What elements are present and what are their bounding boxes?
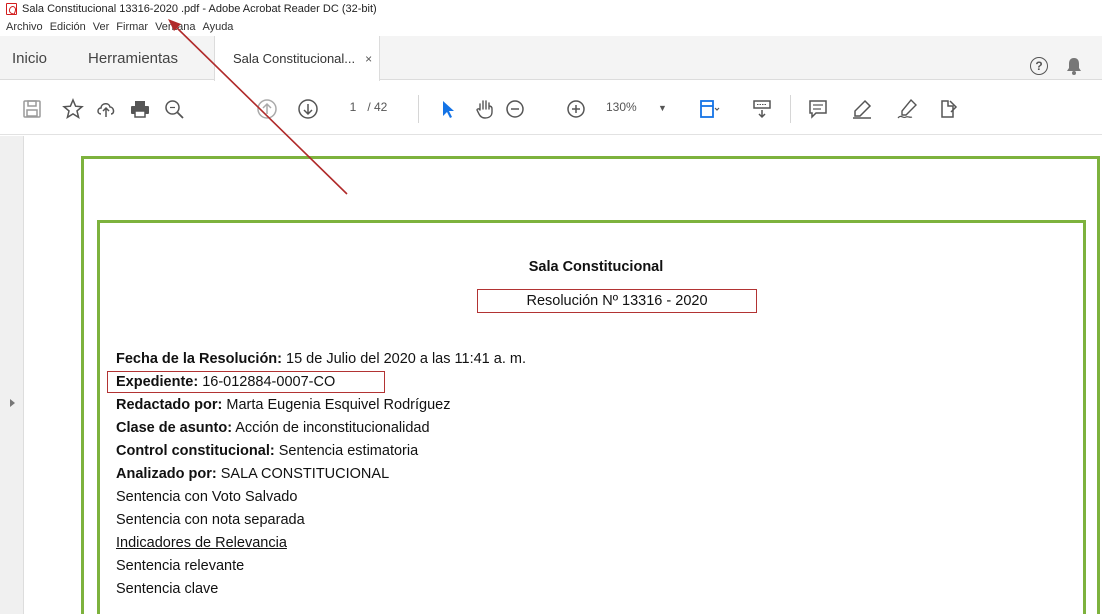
zoom-in-icon[interactable] bbox=[564, 97, 588, 121]
page-total: / 42 bbox=[367, 100, 388, 114]
field-value: Marta Eugenia Esquivel Rodríguez bbox=[222, 397, 451, 413]
field-clase: Clase de asunto: Acción de inconstitucio… bbox=[116, 420, 430, 436]
resolution-number: Resolución Nº 13316 - 2020 bbox=[477, 289, 757, 313]
field-label: Expediente: bbox=[116, 374, 199, 390]
field-label: Fecha de la Resolución: bbox=[116, 351, 282, 367]
field-value: SALA CONSTITUCIONAL bbox=[216, 466, 390, 482]
save-icon[interactable] bbox=[20, 97, 44, 121]
expand-panel-icon[interactable] bbox=[10, 399, 15, 407]
page-border-inner bbox=[97, 220, 1086, 614]
relevance-indicators-link[interactable]: Indicadores de Relevancia bbox=[116, 535, 287, 551]
bookmark-star-icon[interactable] bbox=[61, 97, 85, 121]
field-value: 15 de Julio del 2020 a las 11:41 a. m. bbox=[282, 351, 526, 367]
page-down-icon[interactable] bbox=[296, 97, 320, 121]
toolbar: 1 / 42 130% ▼ bbox=[0, 81, 1102, 135]
list-item: Sentencia relevante bbox=[116, 558, 245, 574]
toolbar-divider bbox=[790, 95, 791, 123]
field-label: Clase de asunto: bbox=[116, 420, 233, 436]
menu-bar: Archivo Edición Ver Firmar Ventana Ayuda bbox=[0, 18, 1102, 35]
field-value: 16-012884-0007-CO bbox=[198, 374, 336, 390]
left-panel-strip bbox=[0, 136, 24, 614]
window-title: Sala Constitucional 13316-2020 .pdf - Ad… bbox=[22, 3, 377, 15]
tab-close-icon[interactable]: × bbox=[365, 52, 372, 66]
field-redactado: Redactado por: Marta Eugenia Esquivel Ro… bbox=[116, 397, 450, 413]
document-heading: Sala Constitucional bbox=[528, 259, 664, 275]
page-navigator: 1 / 42 bbox=[342, 100, 388, 114]
field-expediente: Expediente: 16-012884-0007-CO bbox=[116, 374, 335, 390]
list-item: Sentencia clave bbox=[116, 581, 219, 597]
comment-icon[interactable] bbox=[806, 97, 830, 121]
list-item: Sentencia con Voto Salvado bbox=[116, 489, 298, 505]
menu-ventana[interactable]: Ventana bbox=[155, 21, 195, 33]
menu-ver[interactable]: Ver bbox=[93, 21, 110, 33]
hand-tool-icon[interactable] bbox=[473, 97, 497, 121]
tab-inicio[interactable]: Inicio bbox=[12, 36, 64, 80]
field-analizado: Analizado por: SALA CONSTITUCIONAL bbox=[116, 466, 389, 482]
more-tools-icon[interactable] bbox=[936, 97, 960, 121]
zoom-select[interactable]: 130% ▼ bbox=[606, 100, 667, 114]
fit-page-icon[interactable] bbox=[697, 97, 721, 121]
menu-firmar[interactable]: Firmar bbox=[116, 21, 148, 33]
tab-document-label: Sala Constitucional... bbox=[233, 51, 356, 66]
notifications-bell-icon[interactable] bbox=[1066, 57, 1082, 75]
window-title-bar: Sala Constitucional 13316-2020 .pdf - Ad… bbox=[0, 0, 1102, 18]
tab-herramientas[interactable]: Herramientas bbox=[88, 36, 198, 80]
list-item: Sentencia con nota separada bbox=[116, 512, 305, 528]
zoom-value: 130% bbox=[606, 100, 637, 114]
select-cursor-icon[interactable] bbox=[436, 97, 460, 121]
scroll-mode-icon[interactable] bbox=[750, 97, 774, 121]
zoom-out-icon[interactable] bbox=[503, 97, 527, 121]
field-control: Control constitucional: Sentencia estima… bbox=[116, 443, 418, 459]
field-label: Analizado por: bbox=[116, 466, 217, 482]
menu-ayuda[interactable]: Ayuda bbox=[202, 21, 233, 33]
menu-archivo[interactable]: Archivo bbox=[6, 21, 43, 33]
help-icon[interactable]: ? bbox=[1030, 57, 1048, 75]
page-number-input[interactable]: 1 bbox=[342, 100, 364, 114]
menu-edicion[interactable]: Edición bbox=[50, 21, 86, 33]
page-up-icon[interactable] bbox=[255, 97, 279, 121]
field-fecha: Fecha de la Resolución: 15 de Julio del … bbox=[116, 351, 526, 367]
toolbar-divider bbox=[418, 95, 419, 123]
tab-document[interactable]: Sala Constitucional... × bbox=[214, 36, 380, 81]
highlight-icon[interactable] bbox=[850, 97, 874, 121]
field-label: Redactado por: bbox=[116, 397, 223, 413]
cloud-upload-icon[interactable] bbox=[94, 97, 118, 121]
field-label: Control constitucional: bbox=[116, 443, 275, 459]
print-icon[interactable] bbox=[128, 97, 152, 121]
field-value: Acción de inconstitucionalidad bbox=[232, 420, 430, 436]
acrobat-pdf-icon bbox=[6, 3, 17, 15]
tab-bar: Inicio Herramientas Sala Constitucional.… bbox=[0, 36, 1102, 81]
chevron-down-icon: ▼ bbox=[658, 103, 667, 113]
field-value: Sentencia estimatoria bbox=[274, 443, 419, 459]
sign-icon[interactable] bbox=[895, 97, 919, 121]
search-zoom-icon[interactable] bbox=[162, 97, 186, 121]
